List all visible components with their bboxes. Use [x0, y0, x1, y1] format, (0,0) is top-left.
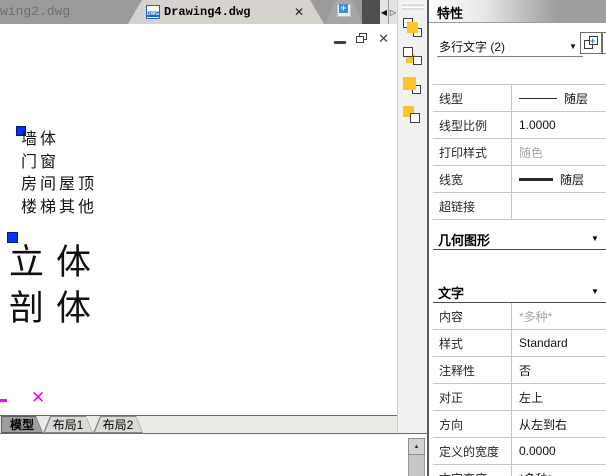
scrollbar-thumb[interactable] [408, 455, 425, 476]
property-row: 超链接 [433, 193, 606, 220]
property-row: 方向 从左到右 [433, 411, 606, 438]
property-row: 样式 Standard [433, 330, 606, 357]
draw-order-toolbar [397, 0, 427, 433]
property-row: 内容 *多种* [433, 303, 606, 330]
file-tab-active-label: Drawing4.dwg [164, 5, 250, 19]
minimize-icon[interactable] [334, 41, 346, 44]
tab-model[interactable]: 模型 [1, 416, 43, 433]
send-under-objects-icon[interactable] [402, 46, 424, 68]
properties-palette: 特性 多行文字 (2) ▼ + 线型 随层 线型比例 1.0000 打印样式 随… [427, 0, 606, 476]
section-collapse-icon[interactable]: ▼ [591, 287, 599, 296]
tab-layout2[interactable]: 布局2 [93, 416, 143, 433]
drawing-canvas[interactable]: ✕ 墙体 门窗 房间屋顶 楼梯其他 立体 剖体 ✕ [0, 24, 397, 415]
toggle-pickadd-button[interactable]: + [580, 32, 602, 54]
file-tab-inactive[interactable]: wing2.dwg [0, 4, 70, 19]
restore-icon[interactable] [356, 33, 368, 44]
linetype-sample-icon [519, 98, 557, 99]
autocad-window: wing2.dwg DWG Drawing4.dwg ✕ + ◀ ▷ ✕ 墙体 … [0, 0, 606, 476]
general-properties-grid: 线型 随层 线型比例 1.0000 打印样式 随色 线宽 随层 超链接 [433, 84, 606, 220]
bring-to-front-icon[interactable] [402, 75, 424, 97]
property-row: 文字高度 *多种* [433, 465, 606, 476]
layout-tab-bar: 模型 布局1 布局2 [0, 415, 397, 433]
text-line: 门窗 [21, 151, 97, 174]
tab-layout1[interactable]: 布局1 [43, 416, 93, 433]
close-icon[interactable]: ✕ [378, 32, 389, 45]
property-row: 线型 随层 [433, 85, 606, 112]
toolbar-gripper[interactable] [402, 3, 424, 10]
crosshair-cursor-fragment [0, 399, 7, 402]
new-drawing-tab-button[interactable]: + [326, 0, 362, 24]
crosshair-cursor-icon: ✕ [31, 388, 45, 408]
scroll-up-icon[interactable]: ▲ [408, 438, 425, 455]
text-line: 墙体 [21, 128, 97, 151]
text-line: 楼梯其他 [21, 196, 97, 219]
property-row: 对正 左上 [433, 384, 606, 411]
mtext-object-large[interactable]: 立体 [9, 234, 103, 285]
mtext-object-large[interactable]: 剖体 [9, 280, 103, 331]
file-tab-active[interactable]: DWG Drawing4.dwg ✕ [128, 0, 324, 24]
palette-title: 特性 [437, 3, 463, 22]
send-to-back-icon[interactable] [402, 104, 424, 126]
palette-header[interactable]: 特性 [429, 0, 606, 23]
tab-nav-right-icon[interactable]: ▷ [389, 0, 397, 24]
object-type-dropdown[interactable]: 多行文字 (2) [439, 38, 505, 55]
document-window-controls: ✕ [334, 32, 389, 45]
plus-icon: + [339, 4, 348, 13]
property-row: 定义的宽度 0.0000 [433, 438, 606, 465]
text-properties-grid: 内容 *多种* 样式 Standard 注释性 否 对正 左上 方向 从左到右 … [433, 303, 606, 476]
property-row: 注释性 否 [433, 357, 606, 384]
mtext-object-small[interactable]: 墙体 门窗 房间屋顶 楼梯其他 [21, 128, 97, 218]
command-scrollbar[interactable]: ▲ [408, 438, 425, 476]
bring-above-objects-icon[interactable] [402, 17, 424, 39]
property-row: 打印样式 随色 [433, 139, 606, 166]
select-objects-button[interactable] [602, 32, 606, 54]
tab-nav-left-icon[interactable]: ◀ [380, 0, 389, 24]
lineweight-sample-icon [519, 178, 553, 181]
tabbar-corner [362, 0, 380, 24]
section-collapse-icon[interactable]: ▼ [591, 234, 599, 243]
text-line: 房间屋顶 [21, 173, 97, 196]
dwg-file-icon: DWG [146, 5, 160, 19]
property-row: 线宽 随层 [433, 166, 606, 193]
chevron-down-icon[interactable]: ▼ [569, 42, 577, 51]
dropdown-underline [437, 56, 583, 57]
command-line-area[interactable]: ▲ [0, 433, 427, 476]
property-row: 线型比例 1.0000 [433, 112, 606, 139]
tab-nav-arrows: ◀ ▷ [380, 0, 397, 24]
close-tab-icon[interactable]: ✕ [294, 5, 304, 19]
file-tab-bar: wing2.dwg DWG Drawing4.dwg ✕ + ◀ ▷ [0, 0, 397, 24]
